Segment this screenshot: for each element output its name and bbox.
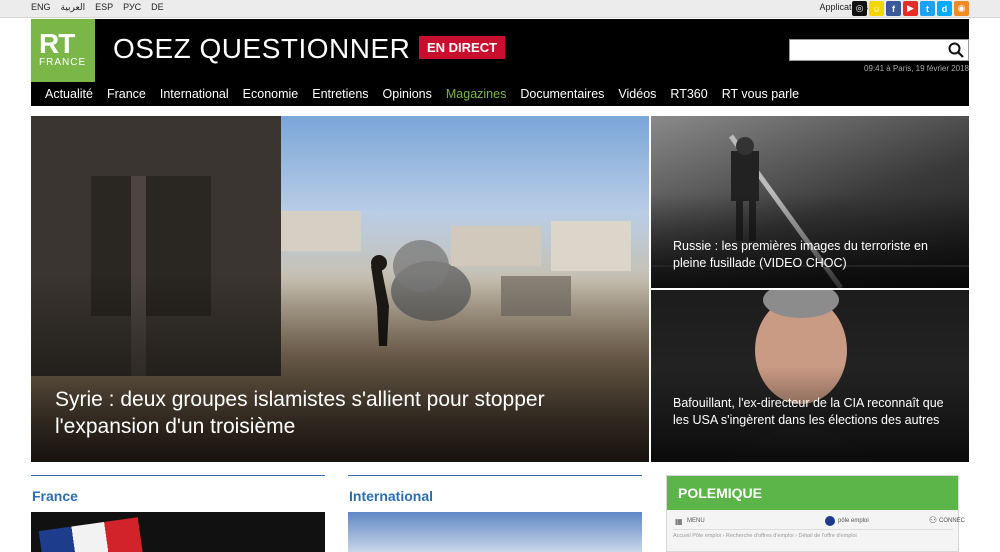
lang-ru[interactable]: РУС: [123, 2, 141, 13]
side-article-2-title[interactable]: Bafouillant, l'ex-directeur de la CIA re…: [673, 395, 949, 429]
social-links: ◎ ☺ f ▶ t d ◉: [852, 1, 969, 16]
language-switcher: ENG العربية ESP РУС DE: [31, 2, 164, 13]
french-flag-shape: [38, 517, 144, 552]
section-international-title[interactable]: International: [349, 488, 642, 504]
nav-item-opinions[interactable]: Opinions: [376, 82, 439, 106]
main-nav: Actualité France International Economie Entr…: [31, 82, 969, 106]
logo-rt-text: RT: [39, 28, 75, 59]
current-datetime: 09:41 à Paris, 19 février 2018: [864, 64, 969, 73]
section-france-title[interactable]: France: [32, 488, 325, 504]
polemique-box[interactable]: POLEMIQUE ▦ MENU pôle emploi ⚇ CONNEC Ac…: [666, 475, 965, 552]
pole-emploi-logo: [825, 516, 835, 526]
lang-esp[interactable]: ESP: [95, 2, 113, 13]
polemique-breadcrumb: Accueil Pôle emploi › Recherche d'offres…: [673, 533, 857, 539]
nav-item-rt-vous-parle[interactable]: RT vous parle: [715, 82, 806, 106]
section-france: France: [31, 475, 325, 552]
twitter-icon[interactable]: t: [920, 1, 935, 16]
nav-item-actualit-[interactable]: Actualité: [38, 82, 100, 106]
site-slogan: OSEZ QUESTIONNER: [113, 33, 411, 64]
polemique-preview-bar: ▦ MENU pôle emploi ⚇ CONNEC: [673, 514, 965, 530]
section-international-divider: [348, 475, 642, 476]
main-article-title[interactable]: Syrie : deux groupes islamistes s'allien…: [55, 386, 629, 440]
main-article[interactable]: Syrie : deux groupes islamistes s'allien…: [31, 116, 649, 462]
nav-item-economie[interactable]: Economie: [236, 82, 306, 106]
rt-france-logo[interactable]: RT FRANCE: [31, 19, 95, 82]
section-france-divider: [31, 475, 325, 476]
search-icon[interactable]: [948, 42, 964, 58]
nav-item-magazines[interactable]: Magazines: [439, 82, 513, 106]
search-input[interactable]: [789, 39, 969, 61]
lang-ar[interactable]: العربية: [61, 2, 86, 13]
dailymotion-icon[interactable]: d: [937, 1, 952, 16]
side-article-2[interactable]: Bafouillant, l'ex-directeur de la CIA re…: [651, 290, 969, 462]
user-icon: ⚇: [929, 515, 938, 525]
polemique-menu-label: MENU: [687, 518, 705, 524]
section-international: International: [348, 475, 642, 552]
site-header: RT FRANCE OSEZ QUESTIONNER EN DIRECT 09:…: [31, 19, 969, 82]
nav-item-vid-os[interactable]: Vidéos: [611, 82, 663, 106]
menu-icon: ▦: [675, 517, 683, 526]
nav-item-rt360[interactable]: RT360: [663, 82, 714, 106]
section-international-image[interactable]: [348, 512, 642, 552]
top-utility-bar: ENG العربية ESP РУС DE Applications ◎ ☺ f ▶…: [0, 0, 1000, 18]
section-france-image[interactable]: [31, 512, 325, 552]
snapchat-icon[interactable]: ☺: [869, 1, 884, 16]
polemique-brand-label: pôle emploi: [838, 518, 869, 524]
side-article-1-title[interactable]: Russie : les premières images du terrori…: [673, 238, 949, 272]
facebook-icon[interactable]: f: [886, 1, 901, 16]
live-button[interactable]: EN DIRECT: [419, 36, 506, 59]
logo-france-text: FRANCE: [39, 57, 87, 68]
nav-item-documentaires[interactable]: Documentaires: [513, 82, 611, 106]
lang-de[interactable]: DE: [151, 2, 164, 13]
nav-item-international[interactable]: International: [153, 82, 236, 106]
youtube-icon[interactable]: ▶: [903, 1, 918, 16]
instagram-icon[interactable]: ◎: [852, 1, 867, 16]
rss-icon[interactable]: ◉: [954, 1, 969, 16]
nav-item-entretiens[interactable]: Entretiens: [305, 82, 375, 106]
nav-item-france[interactable]: France: [100, 82, 153, 106]
side-article-1[interactable]: Russie : les premières images du terrori…: [651, 116, 969, 288]
polemique-title: POLEMIQUE: [667, 476, 958, 510]
polemique-connect-label: CONNEC: [939, 518, 966, 524]
lang-eng[interactable]: ENG: [31, 2, 51, 13]
